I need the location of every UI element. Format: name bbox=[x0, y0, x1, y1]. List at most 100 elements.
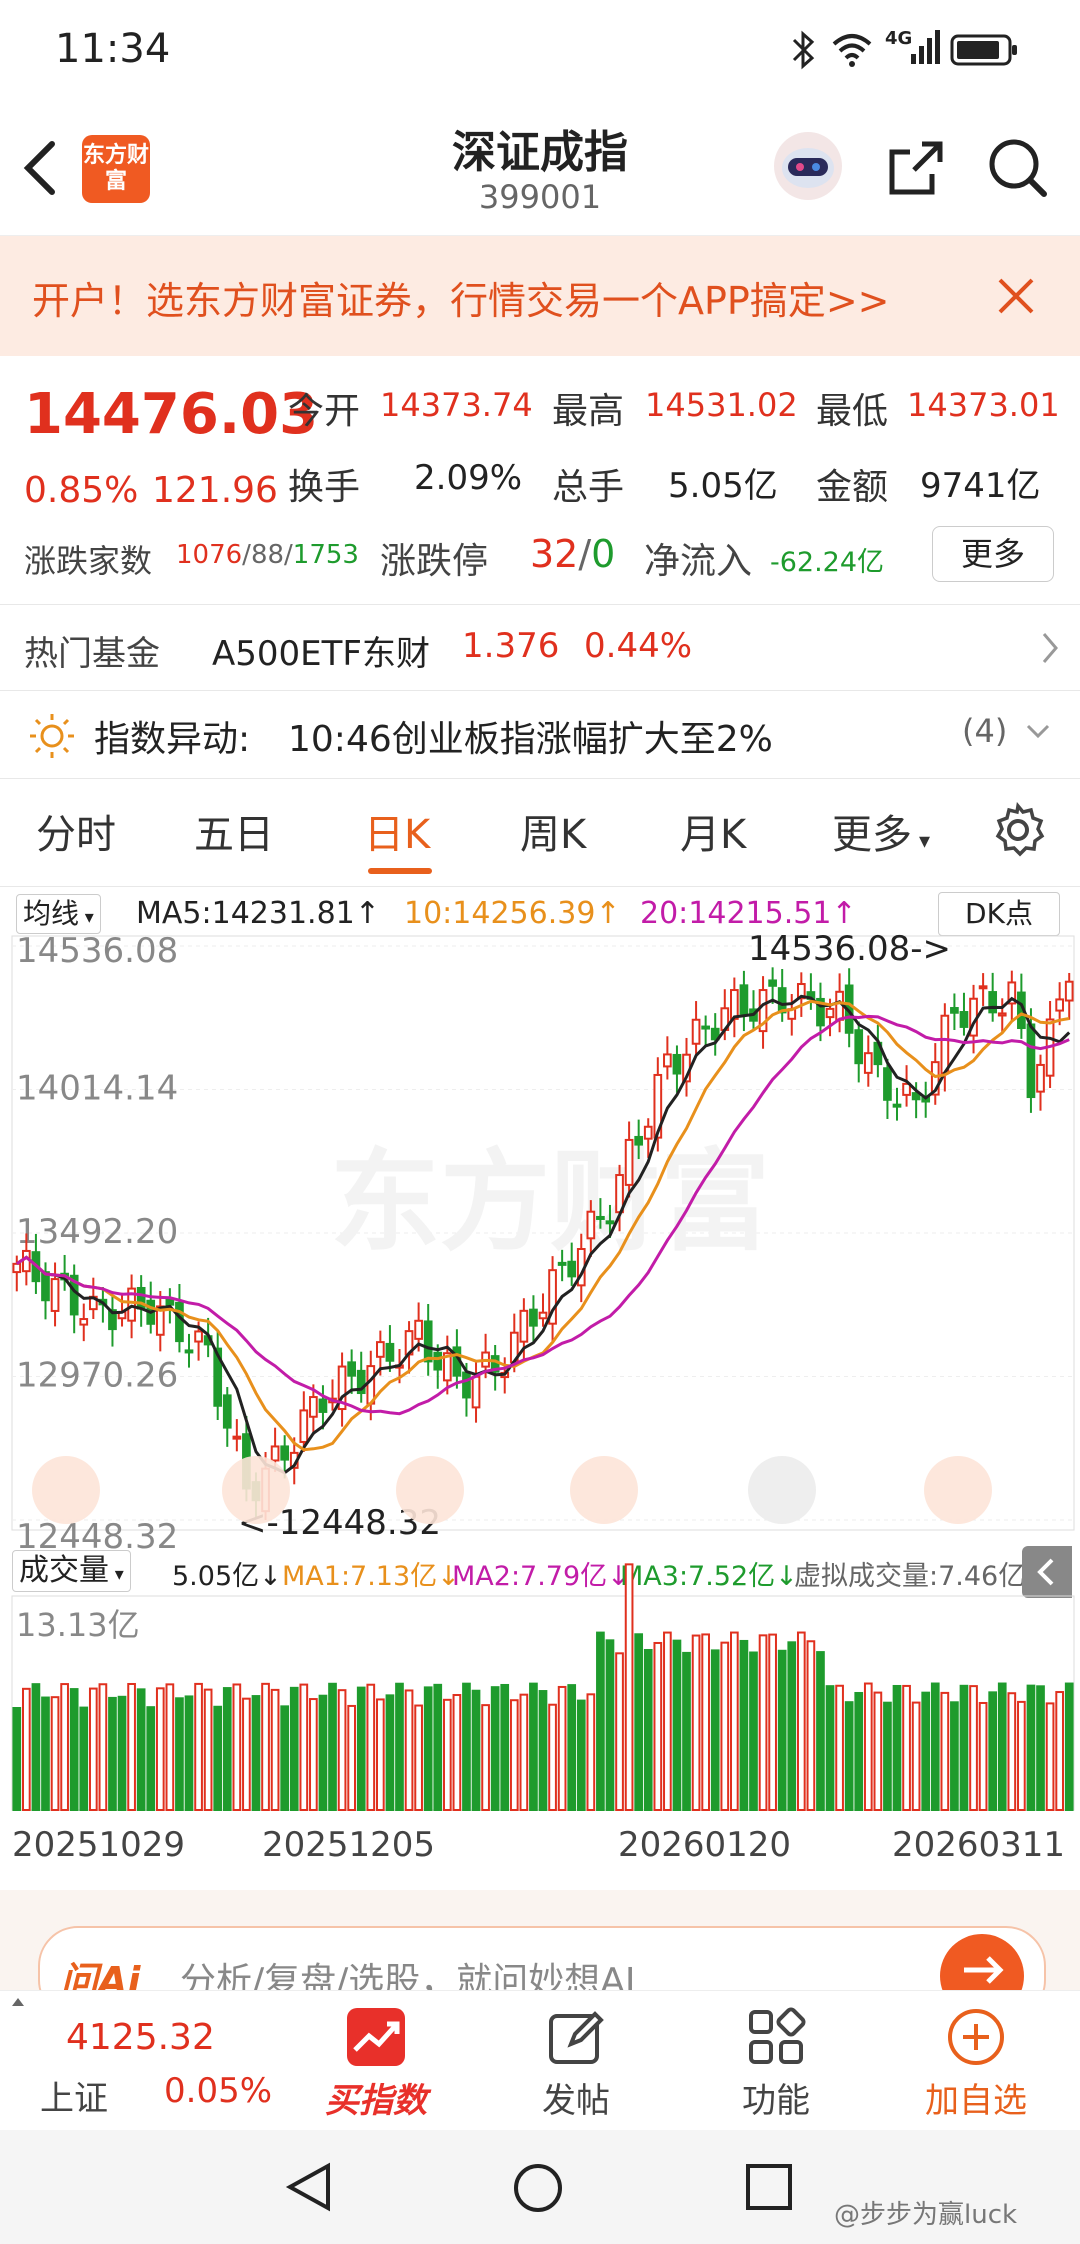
date-tick-label: 20251205 bbox=[262, 1825, 435, 1865]
amount-label: 金额 bbox=[816, 467, 889, 508]
volume-bar-item bbox=[509, 1699, 519, 1811]
volume-bar-item bbox=[318, 1694, 328, 1811]
candle-body bbox=[232, 1435, 242, 1440]
volume-bar-item bbox=[309, 1698, 318, 1812]
hot-fund-pct: 0.44% bbox=[584, 626, 693, 666]
volume-bar-item bbox=[471, 1689, 481, 1811]
candle-body bbox=[376, 1341, 385, 1358]
candle-body bbox=[194, 1330, 203, 1343]
volume-bar-item bbox=[452, 1694, 462, 1811]
tab-weekly-k[interactable]: 周K bbox=[520, 802, 586, 860]
volume-bar-item bbox=[682, 1651, 691, 1811]
divider bbox=[0, 886, 1080, 887]
volume-bar-item bbox=[462, 1682, 471, 1811]
candle-body bbox=[940, 1014, 950, 1075]
alert-text: 10:46创业板指涨幅扩大至2% bbox=[288, 719, 773, 760]
nav-post-label: 发帖 bbox=[542, 2081, 610, 2121]
back-icon[interactable] bbox=[20, 138, 70, 198]
candle-body bbox=[892, 1103, 902, 1108]
volume-bar-item bbox=[98, 1683, 108, 1811]
candle-body bbox=[519, 1309, 529, 1343]
share-icon[interactable] bbox=[884, 136, 948, 204]
nav-home-icon[interactable] bbox=[512, 2162, 564, 2218]
candle-body bbox=[347, 1361, 356, 1377]
more-button[interactable]: 更多 bbox=[932, 526, 1054, 582]
volume-bar-item bbox=[12, 1707, 22, 1811]
nav-buy-index[interactable]: 买指数 bbox=[296, 2001, 456, 2122]
hot-fund-name: A500ETF东财 bbox=[212, 634, 430, 674]
volume-bar-item bbox=[796, 1631, 806, 1811]
app-logo[interactable]: 东方财富 bbox=[82, 135, 150, 203]
volume-bar-item bbox=[395, 1682, 404, 1811]
nav-functions-label: 功能 bbox=[742, 2081, 810, 2121]
edit-icon bbox=[496, 2001, 656, 2073]
volume-bar-item bbox=[31, 1683, 41, 1812]
candle-body bbox=[1055, 998, 1064, 1012]
y-tick-label: 14014.14 bbox=[16, 1069, 178, 1109]
tab-daily-k[interactable]: 日K bbox=[364, 802, 430, 860]
chevron-down-icon[interactable] bbox=[1024, 722, 1052, 746]
candle-body bbox=[567, 1260, 577, 1278]
volume-svg[interactable]: 13.13亿 20251029 20251205 20260120 20260311 bbox=[0, 1550, 1080, 1880]
breadth-down: 1753 bbox=[292, 540, 359, 570]
promo-text[interactable]: 开户！选东方财富证券，行情交易一个APP搞定>> bbox=[32, 270, 890, 325]
nav-functions[interactable]: 功能 bbox=[696, 2001, 856, 2122]
volume-chart[interactable]: 13.13亿 20251029 20251205 20260120 20260311 bbox=[0, 1550, 1080, 1880]
nav-recents-icon[interactable] bbox=[744, 2162, 794, 2216]
candle-body bbox=[854, 1029, 864, 1065]
volume-bar-item bbox=[127, 1682, 136, 1811]
search-icon[interactable] bbox=[986, 136, 1050, 204]
change-pct: 0.85% bbox=[24, 470, 139, 511]
volume-bar-item bbox=[586, 1693, 596, 1811]
hot-fund-row[interactable]: 热门基金 A500ETF东财 1.376 0.44% bbox=[0, 606, 1080, 690]
nav-post[interactable]: 发帖 bbox=[496, 2001, 656, 2122]
chevron-right-icon bbox=[748, 1456, 816, 1524]
candle-body bbox=[950, 1007, 959, 1014]
candle-body bbox=[462, 1371, 471, 1399]
lightbulb-icon bbox=[28, 712, 76, 764]
amount-value: 9741亿 bbox=[920, 466, 1041, 506]
candle-body bbox=[663, 1053, 672, 1068]
date-tick-label: 20260311 bbox=[892, 1825, 1065, 1865]
hot-fund-label: 热门基金 bbox=[24, 634, 160, 674]
candle-body bbox=[596, 1215, 605, 1220]
nav-add-watchlist[interactable]: 加自选 bbox=[896, 2001, 1056, 2122]
system-nav-bar: @步步为赢luck bbox=[0, 2130, 1080, 2244]
kline-chart[interactable]: 14536.08 14014.14 13492.20 12970.26 12448.32… bbox=[0, 890, 1080, 1557]
volume-bar-item bbox=[184, 1695, 194, 1811]
kline-svg[interactable]: 14536.0814014.1413492.2012970.2612448.32… bbox=[0, 890, 1080, 1557]
sh-index-price[interactable]: 4125.32 bbox=[66, 2017, 215, 2058]
volume-bar-item bbox=[691, 1634, 701, 1812]
volume-bar-item bbox=[978, 1701, 988, 1812]
tab-minute[interactable]: 分时 bbox=[36, 802, 116, 860]
volume-bar-item bbox=[41, 1696, 50, 1811]
tab-more[interactable]: 更多 ▾ bbox=[832, 802, 930, 860]
chevron-left-icon bbox=[570, 1456, 638, 1524]
tab-five-day[interactable]: 五日 bbox=[194, 802, 274, 860]
nav-add-watchlist-label: 加自选 bbox=[925, 2081, 1027, 2121]
volume-bar-item bbox=[146, 1706, 156, 1811]
nav-back-icon[interactable] bbox=[284, 2162, 334, 2216]
limit-values: 32/0 bbox=[530, 532, 616, 576]
volume-top-label: 13.13亿 bbox=[16, 1606, 140, 1644]
zoom-in-icon bbox=[396, 1456, 464, 1524]
index-alert-row[interactable]: 指数异动: 10:46创业板指涨幅扩大至2% (4) bbox=[0, 692, 1080, 778]
volume-bar-item bbox=[720, 1641, 730, 1811]
promo-banner[interactable]: 开户！选东方财富证券，行情交易一个APP搞定>> bbox=[0, 236, 1080, 356]
close-icon[interactable] bbox=[996, 276, 1036, 320]
ai-robot-icon[interactable] bbox=[770, 128, 846, 208]
volume-bar-item bbox=[911, 1701, 921, 1812]
page-title: 深证成指 bbox=[452, 127, 628, 178]
volume-bar-item bbox=[242, 1697, 251, 1812]
volume-bar-item bbox=[213, 1705, 223, 1811]
tab-monthly-k[interactable]: 月K bbox=[680, 802, 746, 860]
volume-bar-item bbox=[261, 1682, 270, 1811]
volume-bar-item bbox=[280, 1705, 290, 1812]
candle-body bbox=[385, 1342, 395, 1362]
double-left-icon bbox=[32, 1456, 100, 1524]
volume-bar-item bbox=[299, 1683, 309, 1812]
nav-buy-index-label: 买指数 bbox=[325, 2081, 427, 2121]
gear-icon[interactable] bbox=[990, 801, 1046, 862]
candle-body bbox=[165, 1298, 175, 1306]
candle-body bbox=[691, 1018, 701, 1045]
